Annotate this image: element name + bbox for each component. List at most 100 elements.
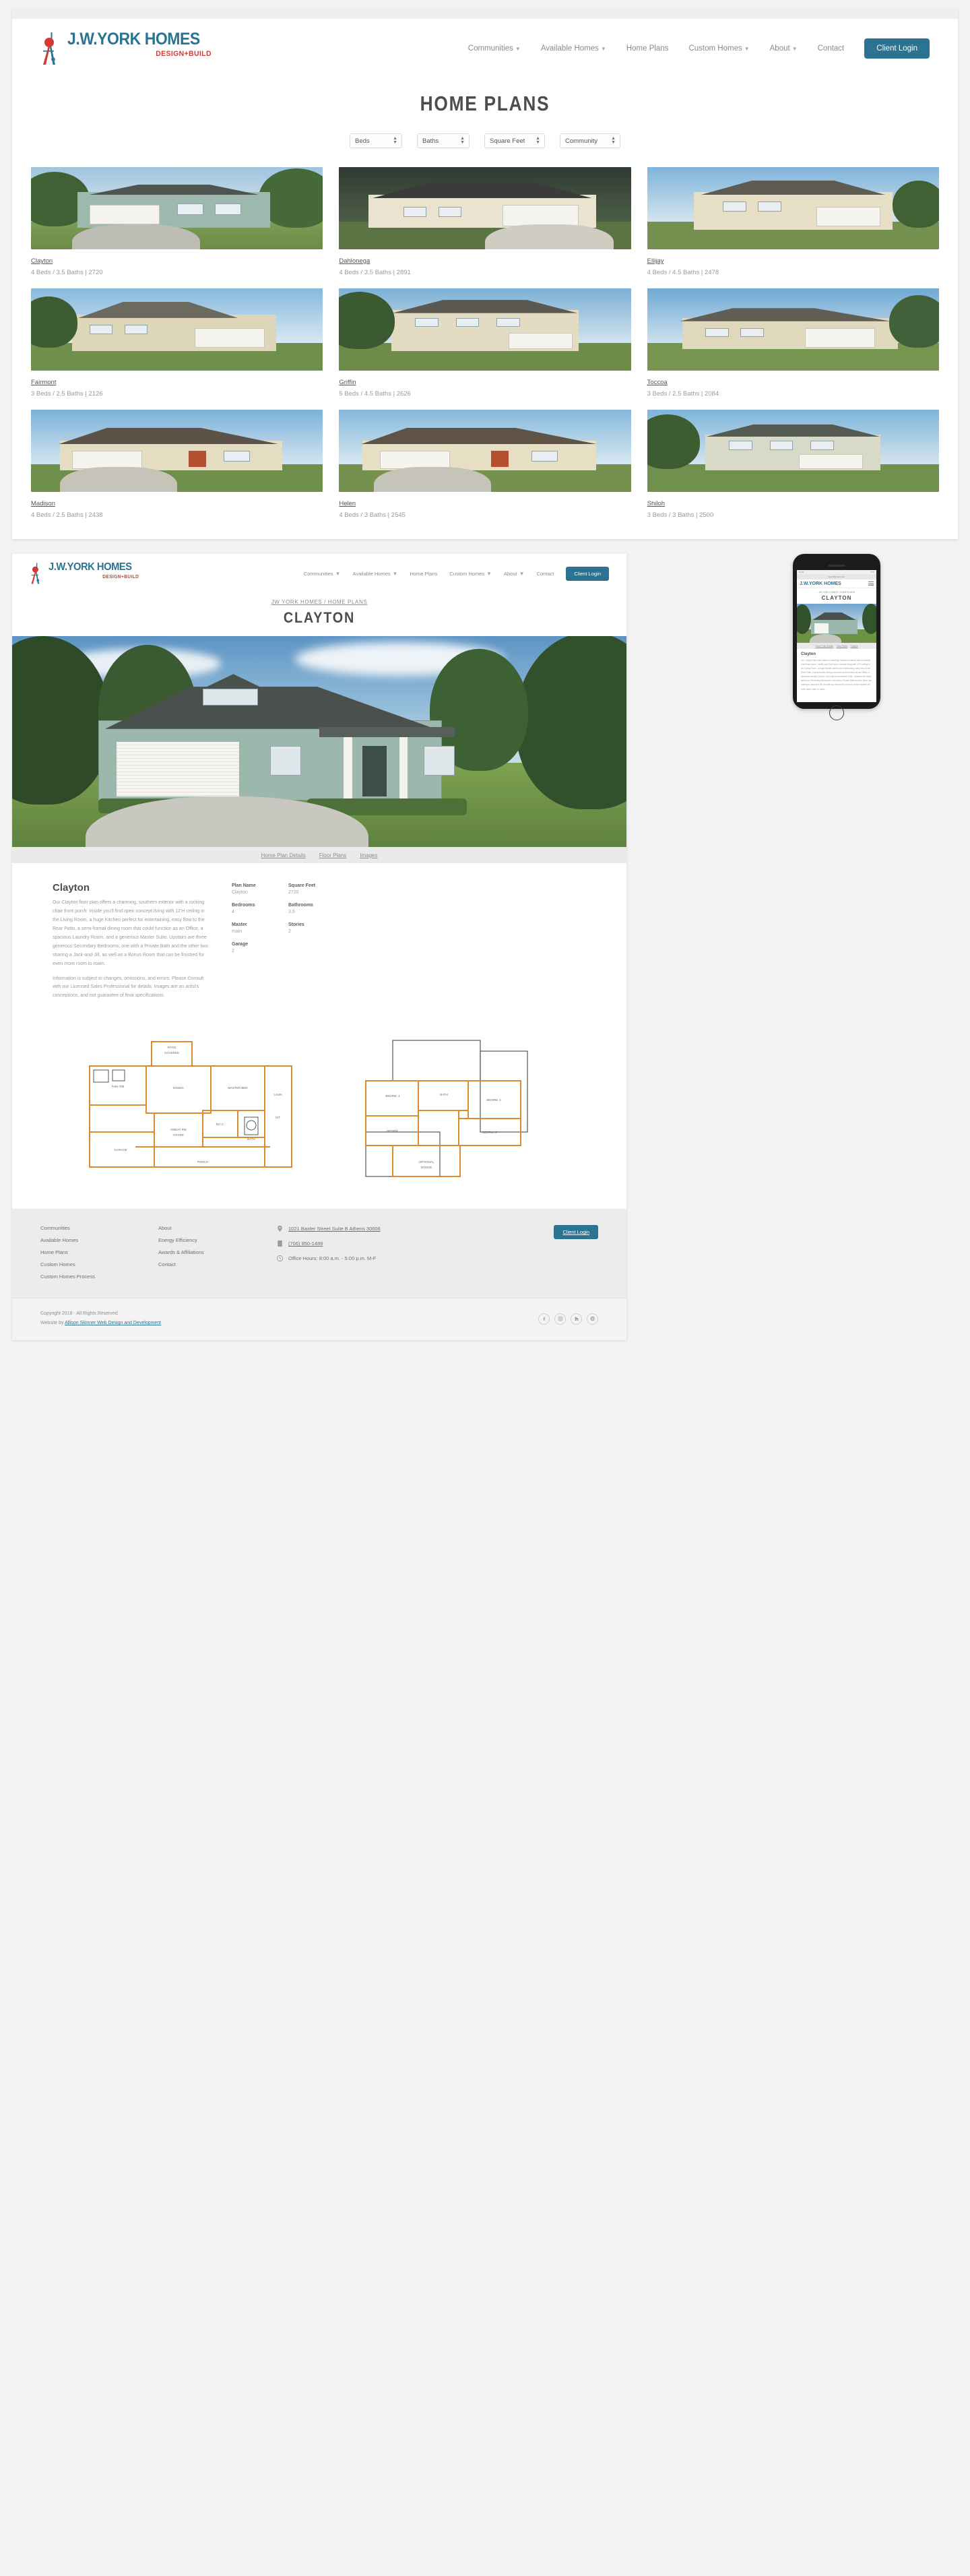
footer-link-contact[interactable]: Contact xyxy=(158,1261,276,1267)
nav-item-available-homes[interactable]: Available Homes ▼ xyxy=(541,44,606,53)
spec-item-bedrooms: Bedrooms 4 xyxy=(232,903,255,914)
page-title: CLAYTON xyxy=(283,609,356,626)
phone-header: J.W.YORK HOMES xyxy=(797,579,876,588)
pinterest-icon[interactable] xyxy=(587,1313,598,1325)
phone-logo[interactable]: J.W.YORK HOMES xyxy=(800,582,841,586)
nav-item-communities[interactable]: Communities ▼ xyxy=(304,571,341,577)
beds-filter-select[interactable]: Beds ▲ ▼ xyxy=(350,133,402,148)
nav-item-custom-homes[interactable]: Custom Homes ▼ xyxy=(688,44,749,53)
svg-text:W.I.C.: W.I.C. xyxy=(216,1123,224,1126)
home-plan-name-link[interactable]: Dahlonega xyxy=(339,257,370,265)
footer-link-awards[interactable]: Awards & Affiliations xyxy=(158,1249,276,1255)
nav-item-about[interactable]: About ▼ xyxy=(770,44,798,53)
footer-client-login-button[interactable]: Client Login xyxy=(554,1225,598,1240)
home-plan-card[interactable]: Clayton 4 Beds / 3.5 Baths | 2720 xyxy=(31,167,323,276)
nav-item-about[interactable]: About ▼ xyxy=(504,571,525,577)
second-floor-drawing: BEDRM. 4 BEDRM. BATH BEDRM. 3 BEDRM. 2 O… xyxy=(325,1031,568,1187)
nav-item-communities[interactable]: Communities ▼ xyxy=(468,44,521,53)
home-plan-card[interactable]: Ellijay 4 Beds / 4.5 Baths | 2478 xyxy=(647,167,939,276)
nav-item-available-homes[interactable]: Available Homes ▼ xyxy=(352,571,397,577)
footer-link-about[interactable]: About xyxy=(158,1225,276,1231)
footer-column-primary: Communities Available Homes Home Plans C… xyxy=(40,1225,158,1286)
home-plan-thumbnail[interactable] xyxy=(647,288,939,371)
breadcrumb-current-link[interactable]: HOME PLANS xyxy=(328,599,367,605)
phone-home-button[interactable] xyxy=(829,705,844,720)
site-logo[interactable]: J.W.YORK HOMES DESIGN+BUILD xyxy=(30,562,139,585)
home-plan-thumbnail[interactable] xyxy=(31,288,323,371)
home-plan-card[interactable]: Griffin 5 Beds / 4.5 Baths | 2626 xyxy=(339,288,631,398)
home-plan-caption: Madison 4 Beds / 2.5 Baths | 2438 xyxy=(31,497,323,519)
home-plan-thumbnail[interactable] xyxy=(647,410,939,492)
home-plan-thumbnail[interactable] xyxy=(339,410,631,492)
floor-plan-second-floor[interactable]: BEDRM. 4 BEDRM. BATH BEDRM. 3 BEDRM. 2 O… xyxy=(325,1031,568,1187)
site-logo[interactable]: J.W.YORK HOMES DESIGN+BUILD xyxy=(40,31,212,66)
houzz-icon[interactable] xyxy=(571,1313,582,1325)
home-plan-name-link[interactable]: Fairmont xyxy=(31,379,56,386)
baths-filter-select[interactable]: Baths ▲ ▼ xyxy=(417,133,470,148)
hero-image[interactable] xyxy=(12,636,626,847)
chevron-down-icon: ▼ xyxy=(600,46,606,52)
home-plan-spec: 3 Beds / 3 Baths | 2500 xyxy=(647,511,714,519)
community-filter-select[interactable]: Community ▲ ▼ xyxy=(560,133,620,148)
home-plan-name-link[interactable]: Ellijay xyxy=(647,257,664,265)
home-plan-caption: Shiloh 3 Beds / 3 Baths | 2500 xyxy=(647,497,939,519)
phone-url-text: jwyorkhomes.com xyxy=(828,575,845,578)
client-login-button[interactable]: Client Login xyxy=(566,566,609,581)
tab-home-plan-details[interactable]: Home Plan Details xyxy=(261,852,306,858)
home-plan-thumbnail[interactable] xyxy=(31,410,323,492)
hamburger-icon[interactable] xyxy=(868,582,874,586)
chevron-updown-icon: ▲ ▼ xyxy=(611,136,616,145)
facebook-icon[interactable] xyxy=(538,1313,550,1325)
square-feet-filter-select[interactable]: Square Feet ▲ ▼ xyxy=(484,133,545,148)
nav-item-home-plans[interactable]: Home Plans xyxy=(410,571,438,577)
home-plan-thumbnail[interactable] xyxy=(31,167,323,249)
home-plan-name-link[interactable]: Madison xyxy=(31,500,55,507)
footer-link-custom-homes-process[interactable]: Custom Homes Process xyxy=(40,1274,158,1280)
nav-item-home-plans[interactable]: Home Plans xyxy=(626,44,669,53)
home-plan-name-link[interactable]: Helen xyxy=(339,500,356,507)
footer-phone-text[interactable]: (706) 850-1489 xyxy=(288,1240,323,1247)
footer-link-home-plans[interactable]: Home Plans xyxy=(40,1249,158,1255)
tab-floor-plans[interactable]: Floor Plans xyxy=(319,852,346,858)
home-plan-name-link[interactable]: Shiloh xyxy=(647,500,665,507)
home-plan-caption: Toccoa 3 Beds / 2.5 Baths | 2084 xyxy=(647,375,939,398)
home-plan-card[interactable]: Toccoa 3 Beds / 2.5 Baths | 2084 xyxy=(647,288,939,398)
nav-item-contact[interactable]: Contact xyxy=(537,571,554,577)
footer-link-custom-homes[interactable]: Custom Homes xyxy=(40,1261,158,1267)
home-plan-card[interactable]: Shiloh 3 Beds / 3 Baths | 2500 xyxy=(647,410,939,519)
phone-tab-floor-plans[interactable]: Floor Plans xyxy=(837,645,847,648)
nav-item-contact[interactable]: Contact xyxy=(818,44,845,53)
spec-item-plan-name: Plan Name Clayton xyxy=(232,883,256,895)
footer-link-available-homes[interactable]: Available Homes xyxy=(40,1237,158,1243)
floor-plan-first-floor[interactable]: PATIO COVERED FAM. RM DINING MASTER BED … xyxy=(71,1031,313,1187)
home-plan-thumbnail[interactable] xyxy=(339,288,631,371)
home-plan-card[interactable]: Dahlonega 4 Beds / 3.5 Baths | 2891 xyxy=(339,167,631,276)
credit-link[interactable]: Allison Skinner Web Design and Developme… xyxy=(65,1321,161,1325)
home-plan-card[interactable]: Madison 4 Beds / 2.5 Baths | 2438 xyxy=(31,410,323,519)
svg-text:BONUS: BONUS xyxy=(421,1166,432,1169)
home-plan-thumbnail[interactable] xyxy=(647,167,939,249)
phone-hero-image[interactable] xyxy=(797,604,876,643)
home-plan-name-link[interactable]: Clayton xyxy=(31,257,53,265)
home-plan-name-link[interactable]: Griffin xyxy=(339,379,356,386)
square-feet-filter-label: Square Feet xyxy=(490,137,525,145)
breadcrumb-home-link[interactable]: JW YORK HOMES xyxy=(271,599,323,605)
spec-item-garage: Garage 2 xyxy=(232,942,249,953)
instagram-icon[interactable] xyxy=(554,1313,566,1325)
tab-images[interactable]: Images xyxy=(360,852,377,858)
home-plan-name-link[interactable]: Toccoa xyxy=(647,379,668,386)
home-plan-thumbnail[interactable] xyxy=(339,167,631,249)
client-login-button[interactable]: Client Login xyxy=(864,38,930,59)
phone-detail-paragraph: Our Clayton floor plan offers a charming… xyxy=(801,659,872,691)
phone-url-bar[interactable]: jwyorkhomes.com xyxy=(797,574,876,579)
home-plan-card[interactable]: Fairmont 3 Beds / 2.5 Baths | 2126 xyxy=(31,288,323,398)
svg-text:KIT.: KIT. xyxy=(276,1116,281,1119)
svg-text:BEDRM. 3: BEDRM. 3 xyxy=(486,1098,501,1102)
footer-link-energy-efficiency[interactable]: Energy Efficiency xyxy=(158,1237,276,1243)
home-plan-card[interactable]: Helen 4 Beds / 3 Baths | 2545 xyxy=(339,410,631,519)
phone-tab-images[interactable]: Images xyxy=(851,645,858,648)
nav-item-custom-homes[interactable]: Custom Homes ▼ xyxy=(449,571,492,577)
phone-tab-home-plan-details[interactable]: Home Plan Details xyxy=(816,645,833,648)
footer-link-communities[interactable]: Communities xyxy=(40,1225,158,1231)
footer-address-text[interactable]: 1021 Baxter Street Suite B Athens 30606 xyxy=(288,1226,381,1232)
